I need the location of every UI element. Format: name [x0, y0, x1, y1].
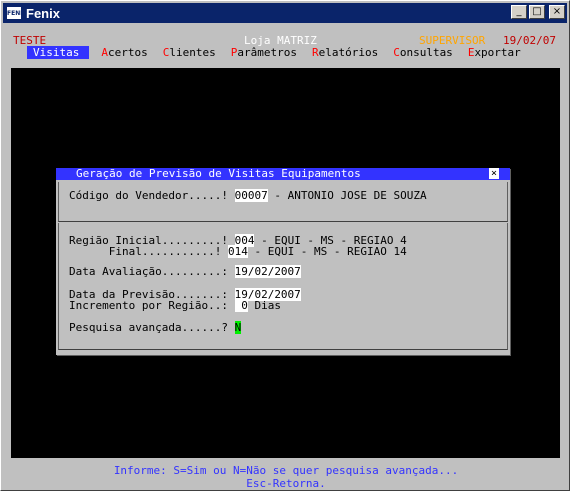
minimize-button[interactable]: _: [511, 5, 527, 19]
menu-exportar[interactable]: Exportar: [465, 46, 524, 59]
region-end-field[interactable]: 014: [227, 245, 248, 258]
menu-bar: Visitas Acertos Clientes Parâmetros Rela…: [27, 46, 533, 59]
window-title: Fenix: [26, 5, 60, 21]
menu-clientes[interactable]: Clientes: [160, 46, 219, 59]
vendor-name: - ANTONIO JOSE DE SOUZA: [267, 189, 427, 202]
menu-relatorios[interactable]: Relatórios: [309, 46, 381, 59]
region-end-label: Final...........!: [69, 245, 222, 258]
dialog-close-icon[interactable]: ×: [489, 168, 499, 179]
visit-forecast-dialog: Geração de Previsão de Visitas Equipamen…: [56, 168, 510, 355]
region-end-desc: - EQUI - MS - REGIAO 14: [247, 245, 407, 258]
eval-date-label: Data Avaliação.........:: [69, 265, 228, 278]
advanced-search-label: Pesquisa avançada......?: [69, 321, 228, 334]
maximize-button[interactable]: □: [529, 5, 545, 19]
vendor-frame: [58, 182, 508, 222]
menu-acertos[interactable]: Acertos: [98, 46, 150, 59]
app-window: FENIX Fenix _ □ × TESTE Loja MATRIZ SUPE…: [0, 0, 570, 491]
menu-parametros[interactable]: Parâmetros: [228, 46, 300, 59]
increment-unit: Dias: [247, 299, 281, 312]
title-bar[interactable]: FENIX Fenix _ □ ×: [3, 3, 567, 23]
fenix-app-icon[interactable]: FENIX: [6, 6, 27, 20]
advanced-search-field[interactable]: N: [234, 321, 242, 334]
vendor-code-field[interactable]: 00007: [234, 189, 268, 202]
vendor-row: Código do Vendedor.....! 00007 - ANTONIO…: [69, 189, 427, 202]
menu-consultas[interactable]: Consultas: [390, 46, 456, 59]
eval-date-row: Data Avaliação.........: 19/02/2007: [69, 265, 301, 278]
advanced-search-row: Pesquisa avançada......? N: [69, 321, 242, 334]
increment-field[interactable]: 0: [234, 299, 248, 312]
menu-visitas[interactable]: Visitas: [27, 46, 90, 59]
window-controls: _ □ ×: [511, 5, 565, 19]
increment-label: Incremento por Região..:: [69, 299, 228, 312]
eval-date-field[interactable]: 19/02/2007: [234, 265, 301, 278]
status-hint: Informe: S=Sim ou N=Não se quer pesquisa…: [113, 464, 459, 477]
region-end-row: Final...........! 014 - EQUI - MS - REGI…: [69, 245, 407, 258]
esc-hint: Esc-Retorna.: [246, 477, 326, 490]
dialog-title: Geração de Previsão de Visitas Equipamen…: [56, 168, 510, 180]
vendor-label: Código do Vendedor.....!: [69, 189, 228, 202]
close-button[interactable]: ×: [549, 5, 565, 19]
increment-row: Incremento por Região..: 0 Dias: [69, 299, 281, 312]
